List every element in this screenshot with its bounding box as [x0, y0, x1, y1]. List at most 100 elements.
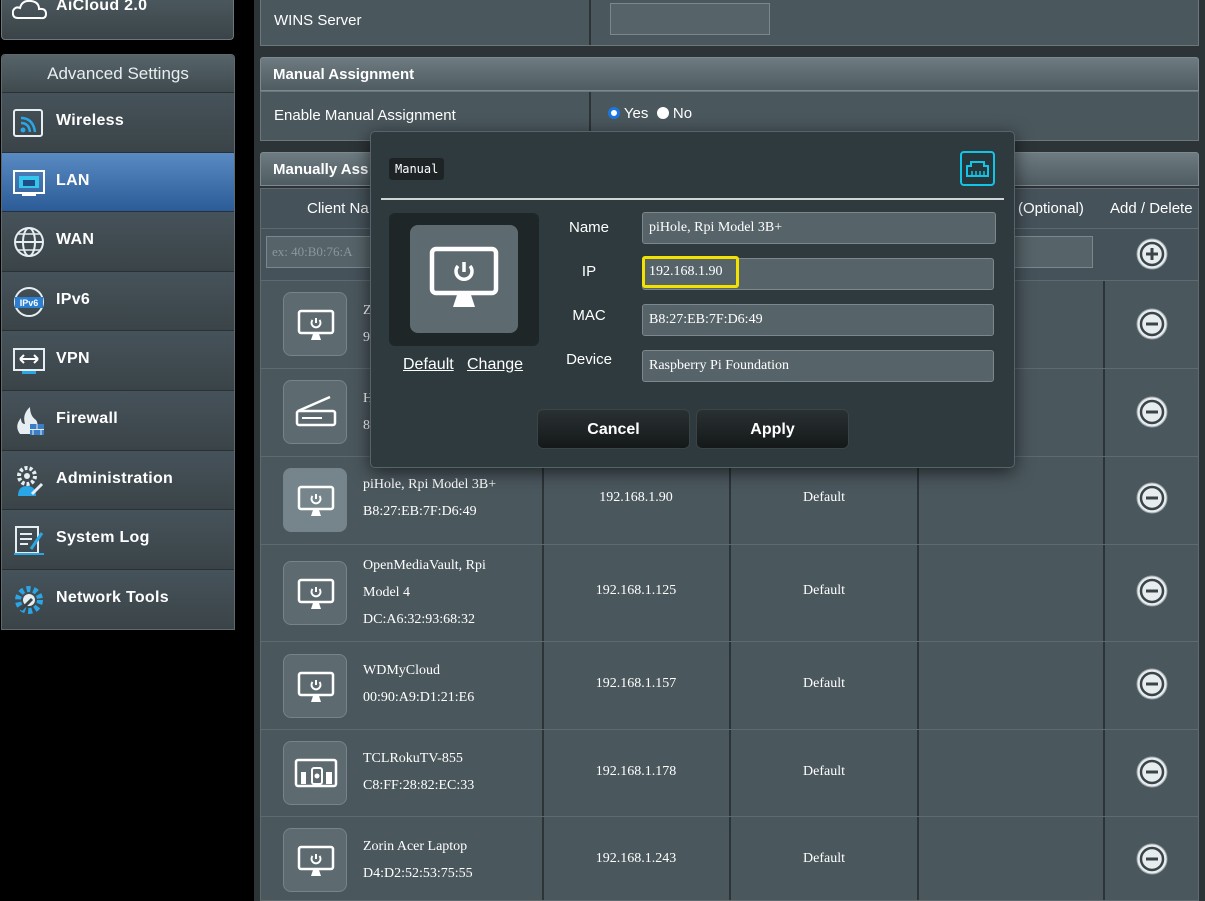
administration-icon	[17, 465, 44, 496]
delete-icon[interactable]	[1135, 574, 1169, 608]
sidebar-item-label: WAN	[56, 231, 95, 249]
sidebar-item-administration[interactable]: Administration	[2, 450, 234, 511]
col-optional: (Optional)	[1018, 200, 1084, 217]
name-input[interactable]: piHole, Rpi Model 3B+	[642, 212, 996, 244]
row-dns: Default	[803, 764, 845, 779]
row-name: piHole, Rpi Model 3B+	[363, 477, 497, 492]
col-add-delete: Add / Delete	[1110, 200, 1193, 217]
edit-client-dialog: Manual Default Change Name piHole, Rpi M…	[370, 131, 1015, 468]
ip-label: IP	[581, 263, 597, 280]
row-ip: 192.168.1.157	[595, 676, 677, 691]
radio-yes[interactable]	[608, 107, 620, 119]
device-label: Device	[566, 351, 612, 368]
system-log-icon	[14, 526, 44, 556]
row-dns: Default	[803, 676, 845, 691]
table-row: TCLRokuTV-855 C8:FF:28:82:EC:33 192.168.…	[260, 730, 1199, 817]
row-mac: DC:A6:32:93:68:32	[363, 612, 476, 627]
row-ip: 192.168.1.178	[595, 764, 677, 779]
table-row: piHole, Rpi Model 3B+ B8:27:EB:7F:D6:49 …	[260, 457, 1199, 545]
enable-manual-radios: Yes No	[608, 105, 692, 122]
sidebar-item-label: VPN	[56, 350, 90, 368]
sidebar-item-vpn[interactable]: VPN	[2, 331, 234, 391]
lan-icon	[13, 169, 45, 196]
sidebar: Advanced Settings Wireless LAN WAN IPv6 …	[1, 54, 235, 630]
row-name-cont: Model 4	[363, 585, 411, 600]
mac-field[interactable]: B8:27:EB:7F:D6:49	[642, 304, 994, 336]
cloud-icon	[12, 0, 48, 20]
row-ip: 192.168.1.125	[595, 583, 677, 598]
sidebar-item-wan[interactable]: WAN	[2, 212, 234, 272]
delete-icon[interactable]	[1135, 667, 1169, 701]
sidebar-item-label: Network Tools	[56, 588, 169, 606]
sidebar-item-system-log[interactable]: System Log	[2, 510, 234, 570]
delete-icon[interactable]	[1135, 481, 1169, 515]
row-name: Zorin Acer Laptop	[363, 839, 468, 854]
delete-icon[interactable]	[1135, 755, 1169, 789]
sidebar-item-ipv6[interactable]: IPv6 IPv6	[2, 271, 234, 332]
monitor-icon	[410, 225, 518, 333]
row-mac: 9	[363, 330, 370, 345]
sidebar-item-label: System Log	[56, 529, 150, 547]
dialog-title: Manual	[389, 158, 445, 180]
wins-label: WINS Server	[274, 12, 362, 29]
ip-input[interactable]: 192.168.1.90	[642, 256, 739, 288]
table-row: WDMyCloud 00:90:A9:D1:21:E6 192.168.1.15…	[260, 642, 1199, 730]
table-row: Zorin Acer Laptop D4:D2:52:53:75:55 192.…	[260, 817, 1199, 901]
globe-icon	[14, 227, 44, 258]
change-icon-link[interactable]: Change	[467, 356, 523, 374]
tv-device-icon[interactable]	[283, 741, 347, 805]
apply-button[interactable]: Apply	[696, 409, 849, 449]
row-ip: 192.168.1.90	[599, 490, 673, 505]
delete-icon[interactable]	[1135, 307, 1169, 341]
list-title-text: Manually Ass	[273, 161, 369, 178]
monitor-icon[interactable]	[283, 292, 347, 356]
row-name: WDMyCloud	[363, 663, 440, 678]
row-mac: C8:FF:28:82:EC:33	[363, 778, 475, 793]
default-icon-link[interactable]: Default	[403, 356, 454, 374]
sidebar-item-label: Administration	[56, 469, 174, 487]
delete-icon[interactable]	[1135, 842, 1169, 876]
radio-no[interactable]	[656, 107, 669, 119]
svg-text:IPv6: IPv6	[20, 298, 39, 308]
lan-port-icon	[960, 151, 995, 186]
row-dns: Default	[803, 490, 845, 505]
sidebar-item-label: AiCloud 2.0	[56, 0, 148, 14]
radio-no-label: No	[672, 105, 693, 122]
sidebar-item-lan[interactable]: LAN	[2, 152, 234, 213]
vpn-icon	[13, 348, 45, 375]
ipv6-icon: IPv6	[14, 286, 44, 317]
dialog-divider	[381, 198, 1004, 200]
sidebar-item-aicloud[interactable]: AiCloud 2.0	[1, 0, 234, 40]
row-mac: 8	[363, 418, 370, 433]
radio-yes-label: Yes	[623, 105, 649, 122]
row-name: TCLRokuTV-855	[363, 751, 463, 766]
sidebar-item-wireless[interactable]: Wireless	[2, 93, 234, 153]
sidebar-item-label: Wireless	[56, 112, 125, 129]
row-ip: 192.168.1.243	[595, 851, 677, 866]
device-icon-frame	[389, 213, 539, 346]
monitor-icon[interactable]	[283, 468, 347, 532]
enable-manual-label: Enable Manual Assignment	[274, 107, 456, 124]
name-label: Name	[568, 219, 609, 236]
wins-row: WINS Server	[260, 0, 1199, 46]
device-field[interactable]: Raspberry Pi Foundation	[642, 350, 994, 382]
sidebar-item-label: IPv6	[56, 290, 91, 308]
cancel-button[interactable]: Cancel	[537, 409, 690, 449]
monitor-icon[interactable]	[283, 828, 347, 892]
delete-icon[interactable]	[1135, 395, 1169, 429]
wireless-icon	[13, 109, 43, 137]
mac-label: MAC	[572, 307, 606, 324]
row-dns: Default	[803, 851, 845, 866]
monitor-icon[interactable]	[283, 561, 347, 625]
sidebar-item-label: Firewall	[56, 409, 118, 427]
sidebar-heading: Advanced Settings	[2, 55, 234, 93]
sidebar-item-network-tools[interactable]: Network Tools	[2, 569, 234, 630]
monitor-icon[interactable]	[283, 654, 347, 718]
sidebar-item-firewall[interactable]: Firewall	[2, 390, 234, 451]
row-name: OpenMediaVault, Rpi	[363, 558, 486, 573]
wins-server-input[interactable]	[610, 3, 770, 35]
scanner-icon[interactable]	[283, 380, 347, 444]
add-icon[interactable]	[1135, 237, 1169, 271]
table-row: OpenMediaVault, Rpi Model 4 DC:A6:32:93:…	[260, 545, 1199, 642]
firewall-icon	[17, 406, 44, 435]
